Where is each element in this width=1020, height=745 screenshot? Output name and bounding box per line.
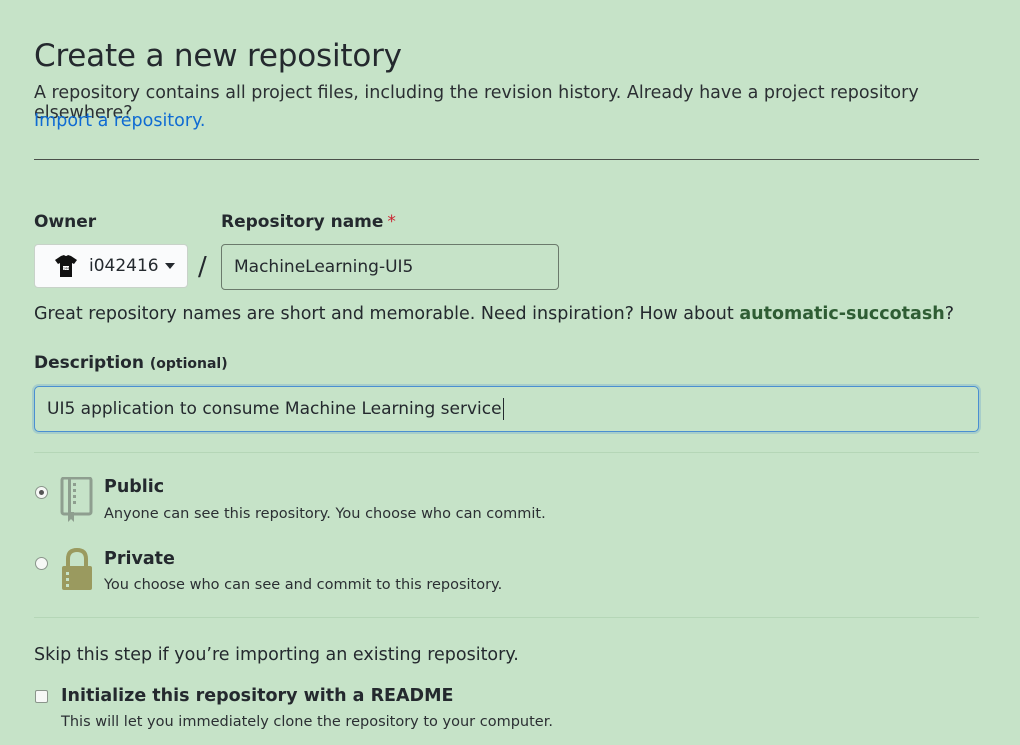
description-label: Description (optional) (34, 353, 228, 373)
name-suggestion-link[interactable]: automatic-succotash (739, 304, 944, 324)
owner-select-button[interactable]: 144 i042416 (34, 244, 188, 288)
owner-label: Owner (34, 212, 97, 232)
optional-tag: (optional) (149, 356, 228, 372)
radio-public[interactable] (35, 486, 48, 499)
owner-login: i042416 (89, 256, 159, 276)
visibility-divider (34, 452, 979, 453)
readme-checkbox[interactable] (35, 690, 48, 703)
tshirt-avatar-icon: 144 (53, 254, 79, 278)
repository-name-value: MachineLearning-UI5 (234, 257, 414, 277)
readme-title: Initialize this repository with a README (61, 686, 454, 706)
repository-name-label-text: Repository name (221, 212, 384, 232)
description-input[interactable]: UI5 application to consume Machine Learn… (34, 386, 979, 432)
description-label-text: Description (34, 353, 144, 373)
readme-desc: This will let you immediately clone the … (61, 714, 553, 730)
name-hint-trailing: ? (944, 304, 955, 324)
required-mark: * (387, 212, 396, 232)
private-desc: You choose who can see and commit to thi… (104, 577, 503, 593)
skip-step-text: Skip this step if you’re importing an ex… (34, 645, 519, 665)
repo-book-icon (60, 476, 94, 527)
repository-name-label: Repository name * (221, 212, 396, 232)
description-value: UI5 application to consume Machine Learn… (47, 399, 502, 419)
public-title: Public (104, 477, 165, 497)
page-title: Create a new repository (34, 38, 402, 74)
radio-private[interactable] (35, 557, 48, 570)
svg-text:144: 144 (63, 266, 69, 270)
chevron-down-icon (164, 263, 175, 269)
repository-name-input[interactable]: MachineLearning-UI5 (221, 244, 559, 290)
private-title: Private (104, 549, 175, 569)
lock-icon (60, 547, 94, 596)
header-divider (34, 159, 979, 160)
public-desc: Anyone can see this repository. You choo… (104, 506, 546, 522)
owner-repo-separator: / (198, 252, 207, 282)
name-hint-text: Great repository names are short and mem… (34, 304, 734, 324)
text-cursor (502, 398, 504, 420)
init-divider (34, 617, 979, 618)
name-hint: Great repository names are short and mem… (34, 304, 954, 324)
import-repository-link[interactable]: Import a repository. (34, 111, 206, 131)
